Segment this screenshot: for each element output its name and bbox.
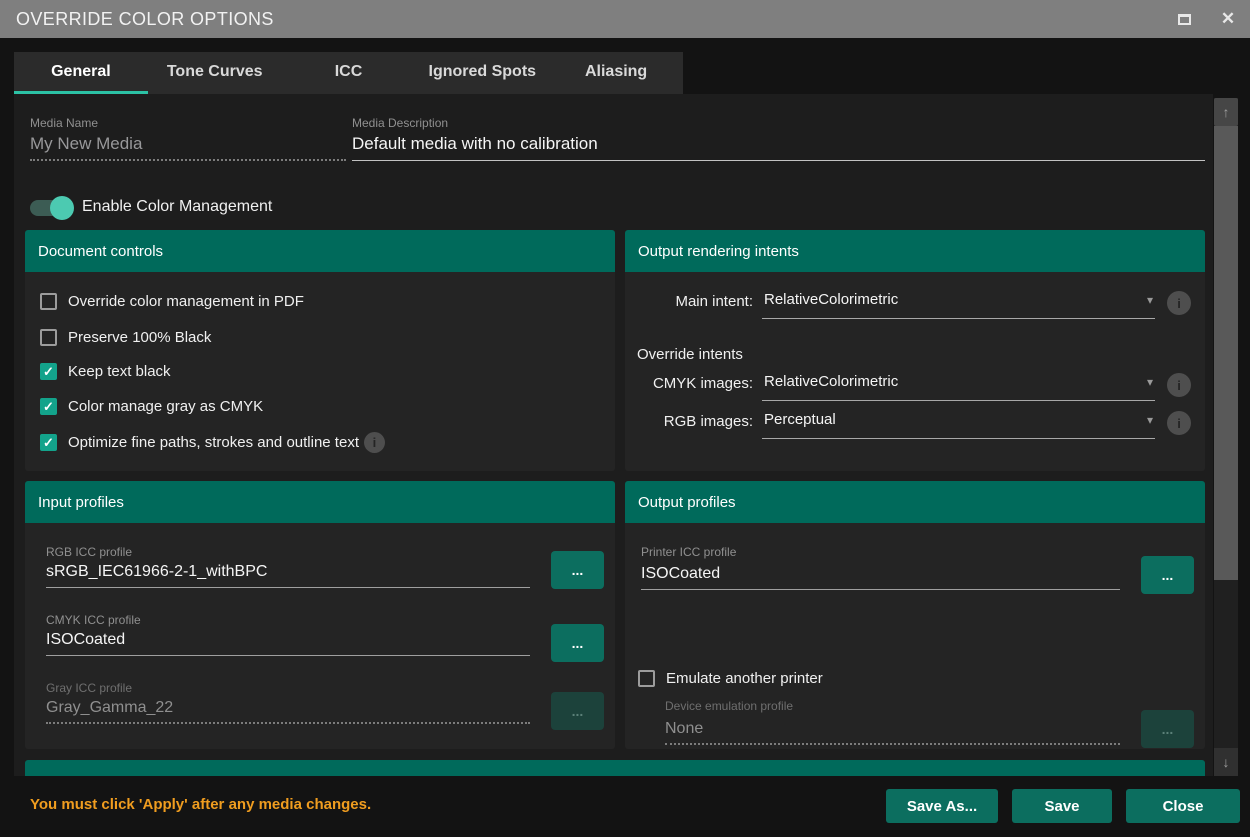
checkbox-preserve-100-black[interactable]: Preserve 100% Black (40, 326, 211, 348)
media-description-label: Media Description (352, 116, 448, 130)
maximize-button[interactable] (1162, 0, 1206, 38)
close-icon: ✕ (1221, 9, 1235, 29)
next-section-header-clipped (25, 760, 1205, 776)
printer-icc-browse-button[interactable]: ... (1141, 556, 1194, 594)
main-intent-label: Main intent: (637, 291, 762, 310)
info-icon[interactable]: i (1167, 373, 1191, 397)
checkbox-label: Keep text black (68, 363, 171, 380)
media-name-input[interactable]: My New Media (30, 134, 346, 161)
checkbox-keep-text-black[interactable]: ✓ Keep text black (40, 360, 171, 382)
input-profiles-panel: Input profiles RGB ICC profile sRGB_IEC6… (25, 481, 615, 749)
cmyk-icc-profile-label: CMYK ICC profile (46, 613, 141, 627)
scroll-up-icon: ↑ (1223, 104, 1230, 120)
rgb-icc-profile-label: RGB ICC profile (46, 545, 132, 559)
tab-aliasing[interactable]: Aliasing (549, 52, 683, 94)
titlebar: OVERRIDE COLOR OPTIONS ✕ (0, 0, 1250, 38)
tab-tone-curves[interactable]: Tone Curves (148, 52, 282, 94)
cmyk-images-row: CMYK images: RelativeColorimetric ▾ i (637, 373, 1191, 401)
override-color-options-dialog: OVERRIDE COLOR OPTIONS ✕ General Tone Cu… (0, 0, 1250, 837)
close-button[interactable]: Close (1126, 789, 1240, 823)
enable-color-management-label: Enable Color Management (82, 198, 272, 216)
scroll-down-icon: ↓ (1223, 754, 1230, 770)
footer-bar: You must click 'Apply' after any media c… (0, 776, 1250, 837)
media-name-label: Media Name (30, 116, 98, 130)
device-emulation-profile-value: None (665, 720, 1120, 745)
enable-color-management-toggle[interactable] (30, 200, 72, 216)
printer-icc-profile-value[interactable]: ISOCoated (641, 565, 1120, 590)
rgb-images-value: Perceptual (762, 411, 836, 428)
chevron-down-icon: ▾ (1147, 293, 1153, 307)
checkbox-label: Optimize fine paths, strokes and outline… (68, 434, 359, 451)
output-rendering-intents-panel: Output rendering intents Main intent: Re… (625, 230, 1205, 471)
output-rendering-intents-body: Main intent: RelativeColorimetric ▾ i Ov… (625, 272, 1205, 471)
scrollbar-thumb[interactable] (1214, 126, 1238, 580)
checkbox-unchecked-icon (638, 670, 655, 687)
scroll-up-button[interactable]: ↑ (1214, 98, 1238, 126)
window-title: OVERRIDE COLOR OPTIONS (0, 9, 274, 30)
document-controls-header: Document controls (25, 230, 615, 272)
gray-icc-profile-value: Gray_Gamma_22 (46, 699, 530, 724)
output-profiles-body: Printer ICC profile ISOCoated ... Emulat… (625, 523, 1205, 749)
document-controls-panel: Document controls Override color managem… (25, 230, 615, 471)
cmyk-icc-browse-button[interactable]: ... (551, 624, 604, 662)
checkbox-checked-icon: ✓ (40, 434, 57, 451)
toggle-knob-icon (50, 196, 74, 220)
checkbox-label: Color manage gray as CMYK (68, 398, 263, 415)
chevron-down-icon: ▾ (1147, 375, 1153, 389)
rgb-images-dropdown[interactable]: Perceptual ▾ (762, 411, 1155, 439)
printer-icc-profile-label: Printer ICC profile (641, 545, 736, 559)
checkbox-label: Preserve 100% Black (68, 329, 211, 346)
rgb-images-row: RGB images: Perceptual ▾ i (637, 411, 1191, 439)
dialog-content: Media Name My New Media Media Descriptio… (14, 94, 1213, 776)
checkbox-color-manage-gray-cmyk[interactable]: ✓ Color manage gray as CMYK (40, 395, 263, 417)
close-window-button[interactable]: ✕ (1206, 0, 1250, 38)
override-intents-label: Override intents (637, 346, 743, 363)
main-intent-value: RelativeColorimetric (762, 291, 898, 308)
checkbox-label: Override color management in PDF (68, 293, 304, 310)
window-controls: ✕ (1162, 0, 1250, 38)
tab-ignored-spots[interactable]: Ignored Spots (415, 52, 549, 94)
rgb-images-label: RGB images: (637, 411, 762, 430)
gray-icc-browse-button: ... (551, 692, 604, 730)
tab-general[interactable]: General (14, 52, 148, 94)
tab-bar: General Tone Curves ICC Ignored Spots Al… (14, 52, 683, 94)
save-button[interactable]: Save (1012, 789, 1112, 823)
main-intent-dropdown[interactable]: RelativeColorimetric ▾ (762, 291, 1155, 319)
cmyk-icc-profile-value[interactable]: ISOCoated (46, 631, 530, 656)
info-icon[interactable]: i (1167, 291, 1191, 315)
checkbox-emulate-another-printer[interactable]: Emulate another printer (638, 667, 823, 689)
output-rendering-intents-header: Output rendering intents (625, 230, 1205, 272)
checkbox-unchecked-icon (40, 293, 57, 310)
checkbox-unchecked-icon (40, 329, 57, 346)
cmyk-images-dropdown[interactable]: RelativeColorimetric ▾ (762, 373, 1155, 401)
document-controls-body: Override color management in PDF Preserv… (25, 272, 615, 471)
checkbox-label: Emulate another printer (666, 670, 823, 687)
cmyk-images-label: CMYK images: (637, 373, 762, 392)
maximize-icon (1178, 14, 1191, 25)
info-icon[interactable]: i (1167, 411, 1191, 435)
save-as-button[interactable]: Save As... (886, 789, 998, 823)
rgb-icc-profile-value[interactable]: sRGB_IEC61966-2-1_withBPC (46, 563, 530, 588)
tab-icc[interactable]: ICC (282, 52, 416, 94)
scroll-down-button[interactable]: ↓ (1214, 748, 1238, 776)
checkbox-optimize-fine-paths[interactable]: ✓ Optimize fine paths, strokes and outli… (40, 431, 385, 453)
vertical-scrollbar[interactable]: ↑ ↓ (1214, 98, 1238, 776)
input-profiles-header: Input profiles (25, 481, 615, 523)
rgb-icc-browse-button[interactable]: ... (551, 551, 604, 589)
apply-warning-text: You must click 'Apply' after any media c… (30, 796, 371, 813)
output-profiles-panel: Output profiles Printer ICC profile ISOC… (625, 481, 1205, 749)
output-profiles-header: Output profiles (625, 481, 1205, 523)
gray-icc-profile-label: Gray ICC profile (46, 681, 132, 695)
checkbox-override-color-management-pdf[interactable]: Override color management in PDF (40, 290, 304, 312)
device-emulation-browse-button: ... (1141, 710, 1194, 748)
info-icon[interactable]: i (364, 432, 385, 453)
checkbox-checked-icon: ✓ (40, 363, 57, 380)
input-profiles-body: RGB ICC profile sRGB_IEC61966-2-1_withBP… (25, 523, 615, 749)
chevron-down-icon: ▾ (1147, 413, 1153, 427)
checkbox-checked-icon: ✓ (40, 398, 57, 415)
media-description-input[interactable]: Default media with no calibration (352, 134, 1205, 161)
device-emulation-profile-label: Device emulation profile (665, 699, 793, 713)
main-intent-row: Main intent: RelativeColorimetric ▾ i (637, 291, 1191, 319)
cmyk-images-value: RelativeColorimetric (762, 373, 898, 390)
